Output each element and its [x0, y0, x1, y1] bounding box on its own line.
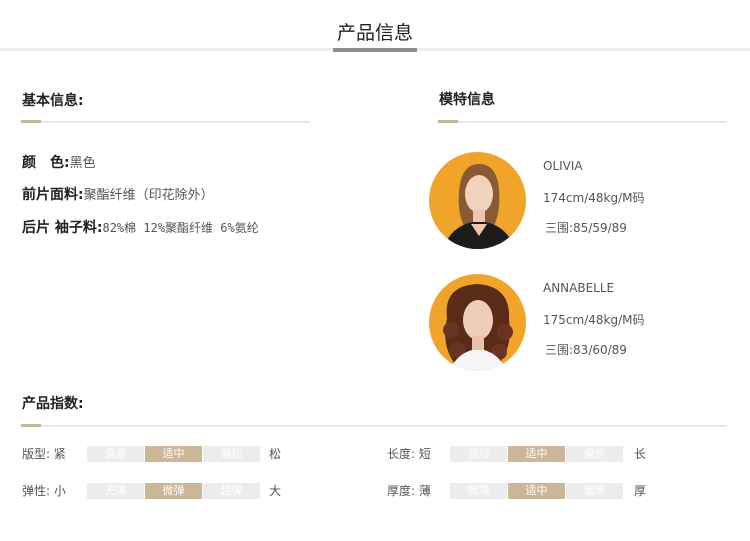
model-measurements: 三围:83/60/89	[545, 343, 627, 357]
index-scale: 无弹 微弹 超弹	[87, 483, 261, 499]
index-segment: 偏紧	[87, 446, 144, 462]
index-high-label: 厚	[634, 484, 647, 498]
tab-underline	[333, 48, 417, 52]
index-segment: 超弹	[203, 483, 260, 499]
index-label: 版型: 紧	[22, 447, 66, 461]
index-segment: 偏厚	[566, 483, 623, 499]
info-value: 聚酯纤维（印花除外）	[83, 188, 214, 203]
index-label: 厚度: 薄	[387, 484, 431, 498]
index-segment: 无弹	[87, 483, 144, 499]
index-segment-selected: 适中	[508, 483, 565, 499]
product-index-divider	[21, 424, 727, 427]
basic-info-divider	[21, 120, 310, 123]
info-row-color: 颜 色:黑色	[22, 153, 96, 174]
index-label: 长度: 短	[387, 447, 431, 461]
index-segment: 偏短	[450, 446, 507, 462]
index-row-thickness: 厚度: 薄 偏薄 适中 偏厚 厚	[387, 482, 677, 500]
product-index-title: 产品指数:	[22, 396, 84, 412]
index-segment-selected: 适中	[145, 446, 202, 462]
index-row-fit: 版型: 紧 偏紧 适中 偏松 松	[22, 445, 312, 463]
info-value: 黑色	[69, 156, 96, 171]
model-measurements: 三围:85/59/89	[545, 221, 627, 235]
index-label: 弹性: 小	[22, 484, 66, 498]
model-size: 175cm/48kg/M码	[543, 313, 645, 327]
model-photo	[429, 152, 526, 249]
model-name: ANNABELLE	[543, 281, 615, 295]
model-photo	[429, 274, 526, 371]
model-card-annabelle: ANNABELLE 175cm/48kg/M码 三围:83/60/89	[429, 274, 729, 374]
page-header: 产品信息	[0, 0, 750, 56]
info-label: 后片 袖子料:	[22, 220, 103, 236]
info-label: 颜 色:	[22, 155, 70, 171]
product-info-tab[interactable]: 产品信息	[333, 20, 417, 52]
index-scale: 偏短 适中 偏长	[450, 446, 624, 462]
model-info-title: 模特信息	[439, 92, 495, 108]
index-scale: 偏薄 适中 偏厚	[450, 483, 624, 499]
index-high-label: 松	[269, 447, 282, 461]
index-segment-selected: 微弹	[145, 483, 202, 499]
model-size: 174cm/48kg/M码	[543, 191, 645, 205]
index-high-label: 长	[634, 447, 647, 461]
model-card-olivia: OLIVIA 174cm/48kg/M码 三围:85/59/89	[429, 152, 729, 252]
index-high-label: 大	[269, 484, 282, 498]
info-row-back-fabric: 后片 袖子料:82%棉 12%聚酯纤维 6%氨纶	[22, 218, 259, 239]
index-segment: 偏松	[203, 446, 260, 462]
index-segment: 偏长	[566, 446, 623, 462]
info-row-front-fabric: 前片面料:聚酯纤维（印花除外）	[22, 185, 214, 206]
info-label: 前片面料:	[22, 187, 84, 203]
model-name: OLIVIA	[543, 159, 583, 173]
page-title: 产品信息	[336, 22, 413, 44]
index-scale: 偏紧 适中 偏松	[87, 446, 261, 462]
index-row-length: 长度: 短 偏短 适中 偏长 长	[387, 445, 677, 463]
model-info-divider	[438, 120, 727, 123]
info-value: 82%棉 12%聚酯纤维 6%氨纶	[102, 221, 259, 235]
basic-info-title: 基本信息:	[22, 93, 84, 109]
index-segment: 偏薄	[450, 483, 507, 499]
index-segment-selected: 适中	[508, 446, 565, 462]
index-row-elasticity: 弹性: 小 无弹 微弹 超弹 大	[22, 482, 312, 500]
